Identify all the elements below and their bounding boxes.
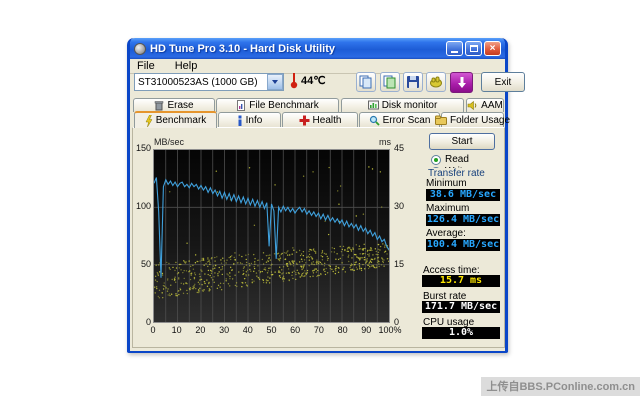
radio-read-icon[interactable] xyxy=(431,155,441,165)
drive-select-value: ST31000523AS (1000 GB) xyxy=(135,77,267,88)
down-arrow-icon xyxy=(456,76,468,89)
burst-rate-value: 171.7 MB/sec xyxy=(422,301,500,313)
cpu-usage-value: 1.0% xyxy=(422,327,500,339)
lightning-icon xyxy=(145,115,153,127)
minimum-label: Minimum xyxy=(426,178,467,189)
tab-label: Info xyxy=(246,115,263,126)
window-title: HD Tune Pro 3.10 - Hard Disk Utility xyxy=(150,43,446,55)
tab-label: Benchmark xyxy=(156,115,207,126)
tab-label: AAM xyxy=(481,100,503,111)
menu-file[interactable]: File xyxy=(134,60,158,72)
options-button[interactable] xyxy=(426,72,446,92)
file-chart-icon xyxy=(236,100,246,111)
client-area: File Help ST31000523AS (1000 GB) 44℃ xyxy=(130,59,505,351)
title-bar[interactable]: HD Tune Pro 3.10 - Hard Disk Utility × xyxy=(130,38,505,59)
exit-button[interactable]: Exit xyxy=(481,72,525,92)
tab-folder-usage[interactable]: Folder Usage xyxy=(441,112,504,127)
tab-label: Health xyxy=(313,115,342,126)
temperature-value: 44℃ xyxy=(301,74,326,87)
chart-plot-svg xyxy=(154,150,389,322)
tab-health[interactable]: Health xyxy=(282,112,358,127)
copy-report-icon xyxy=(383,75,397,89)
minimize-button[interactable] xyxy=(446,41,463,56)
tab-label: Error Scan xyxy=(383,115,431,126)
copy-text-button[interactable] xyxy=(380,72,400,92)
tab-label: Erase xyxy=(167,100,193,111)
tab-label: Folder Usage xyxy=(450,115,510,126)
tab-error-scan[interactable]: Error Scan xyxy=(359,112,440,127)
copy-screenshot-button[interactable] xyxy=(356,72,376,92)
save-button[interactable] xyxy=(403,72,423,92)
temperature-indicator: 44℃ xyxy=(290,72,326,89)
menu-help[interactable]: Help xyxy=(172,60,201,72)
speaker-icon xyxy=(467,100,478,111)
radio-read[interactable]: Read xyxy=(431,154,469,165)
minimum-value: 38.6 MB/sec xyxy=(426,189,500,201)
average-label: Average: xyxy=(426,228,466,239)
capture-button[interactable] xyxy=(450,72,473,93)
benchmark-page: MB/sec ms 150100500453015001020304050607… xyxy=(132,127,505,348)
hand-icon xyxy=(429,75,443,89)
maximum-value: 126.4 MB/sec xyxy=(426,214,500,226)
thermometer-icon xyxy=(290,72,298,89)
magnifier-icon xyxy=(369,115,380,126)
close-button[interactable]: × xyxy=(484,41,501,56)
save-icon xyxy=(406,75,420,89)
y-right-tick: 45 xyxy=(394,143,414,153)
trash-icon xyxy=(154,100,164,111)
maximize-button[interactable] xyxy=(465,41,482,56)
benchmark-chart xyxy=(153,149,390,323)
y-left-tick: 100 xyxy=(133,201,151,211)
folder-icon xyxy=(435,115,447,125)
y-left-unit: MB/sec xyxy=(154,137,184,147)
app-icon xyxy=(134,43,146,55)
tab-aam[interactable]: AAM xyxy=(466,98,504,112)
watermark: 上传自BBS.PConline.com.cn xyxy=(481,377,640,396)
tab-file-benchmark[interactable]: File Benchmark xyxy=(216,98,339,112)
y-left-tick: 50 xyxy=(133,259,151,269)
tab-label: File Benchmark xyxy=(249,100,318,111)
tab-disk-monitor[interactable]: Disk monitor xyxy=(341,98,464,112)
access-time-value: 15.7 ms xyxy=(422,275,500,287)
chevron-down-icon xyxy=(272,80,278,84)
tab-label: Disk monitor xyxy=(382,100,438,111)
tab-benchmark[interactable]: Benchmark xyxy=(134,111,217,128)
radio-read-label: Read xyxy=(445,154,469,165)
hdtune-window: HD Tune Pro 3.10 - Hard Disk Utility × F… xyxy=(127,38,508,353)
y-right-tick: 15 xyxy=(394,259,414,269)
y-right-unit: ms xyxy=(379,137,391,147)
info-icon xyxy=(237,115,243,126)
copy-icon xyxy=(359,75,373,89)
health-cross-icon xyxy=(299,115,310,126)
start-button[interactable]: Start xyxy=(429,133,495,150)
y-left-tick: 150 xyxy=(133,143,151,153)
maximum-label: Maximum xyxy=(426,203,469,214)
y-right-tick: 30 xyxy=(394,201,414,211)
tab-info[interactable]: Info xyxy=(218,112,281,127)
combo-dropdown-button[interactable] xyxy=(267,74,283,90)
x-tick: 100% xyxy=(375,325,405,335)
screenshot-canvas: HD Tune Pro 3.10 - Hard Disk Utility × F… xyxy=(0,0,640,400)
tab-erase[interactable]: Erase xyxy=(133,98,215,112)
average-value: 100.4 MB/sec xyxy=(426,239,500,251)
monitor-chart-icon xyxy=(368,100,379,111)
drive-select[interactable]: ST31000523AS (1000 GB) xyxy=(134,73,284,91)
